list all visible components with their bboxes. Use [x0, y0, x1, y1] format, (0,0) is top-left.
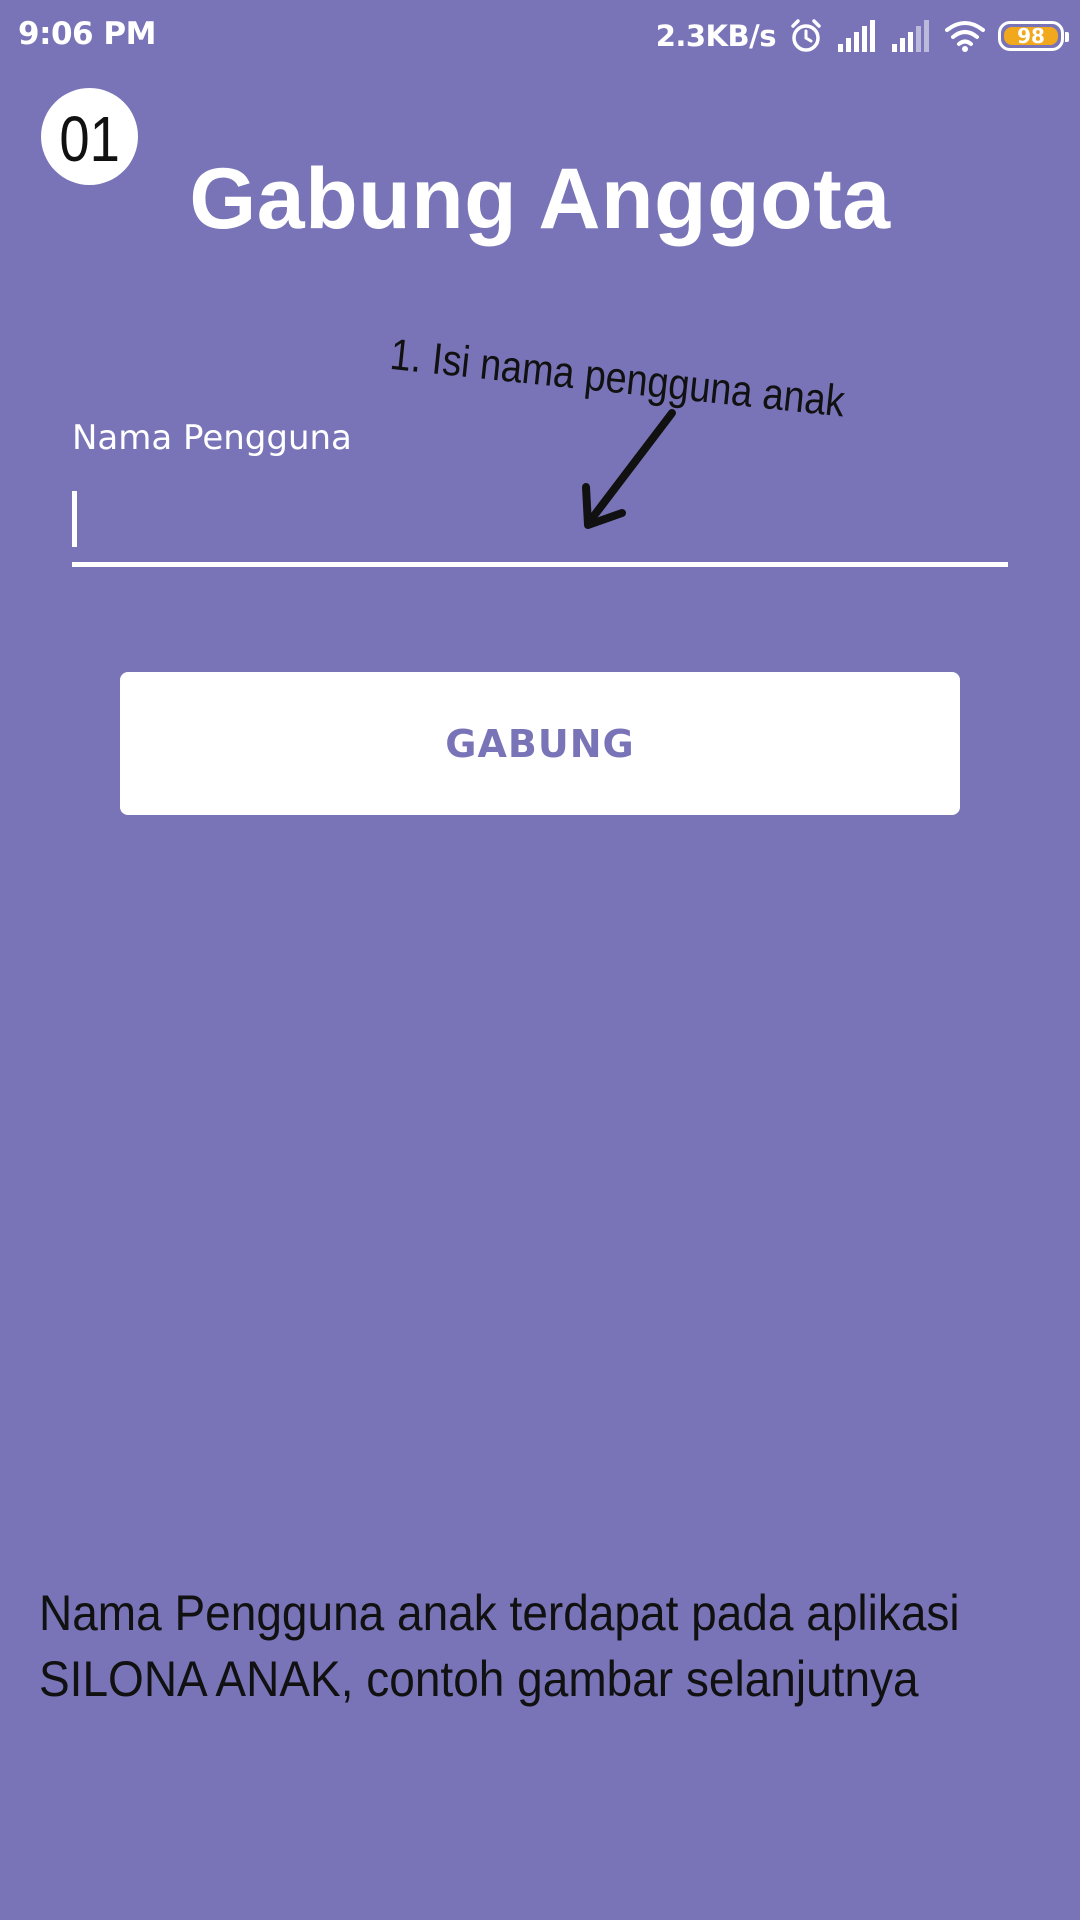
status-bar: 9:06 PM 2.3KB/s 98 [0, 0, 1080, 72]
battery-level: 98 [1017, 24, 1045, 48]
status-time: 9:06 PM [18, 16, 156, 52]
username-label: Nama Pengguna [72, 418, 352, 458]
alarm-icon [788, 18, 824, 54]
wifi-icon [944, 18, 986, 54]
battery-tip [1065, 32, 1069, 42]
battery-icon: 98 [998, 21, 1069, 51]
note-line-1: Nama Pengguna anak terdapat pada aplikas… [39, 1585, 960, 1641]
text-cursor [72, 491, 77, 547]
status-icons: 2.3KB/s 98 [655, 14, 1069, 58]
page-title: Gabung Anggota [189, 151, 891, 247]
network-speed: 2.3KB/s [655, 19, 777, 53]
signal-icon-2 [890, 18, 932, 54]
note-line-2: SILONA ANAK, contoh gambar selanjutnya [39, 1651, 919, 1707]
instruction-note: Nama Pengguna anak terdapat pada aplikas… [39, 1580, 968, 1712]
join-button[interactable]: GABUNG [120, 672, 960, 815]
join-button-label: GABUNG [445, 721, 635, 766]
signal-icon [836, 18, 878, 54]
username-input[interactable] [72, 475, 1008, 567]
